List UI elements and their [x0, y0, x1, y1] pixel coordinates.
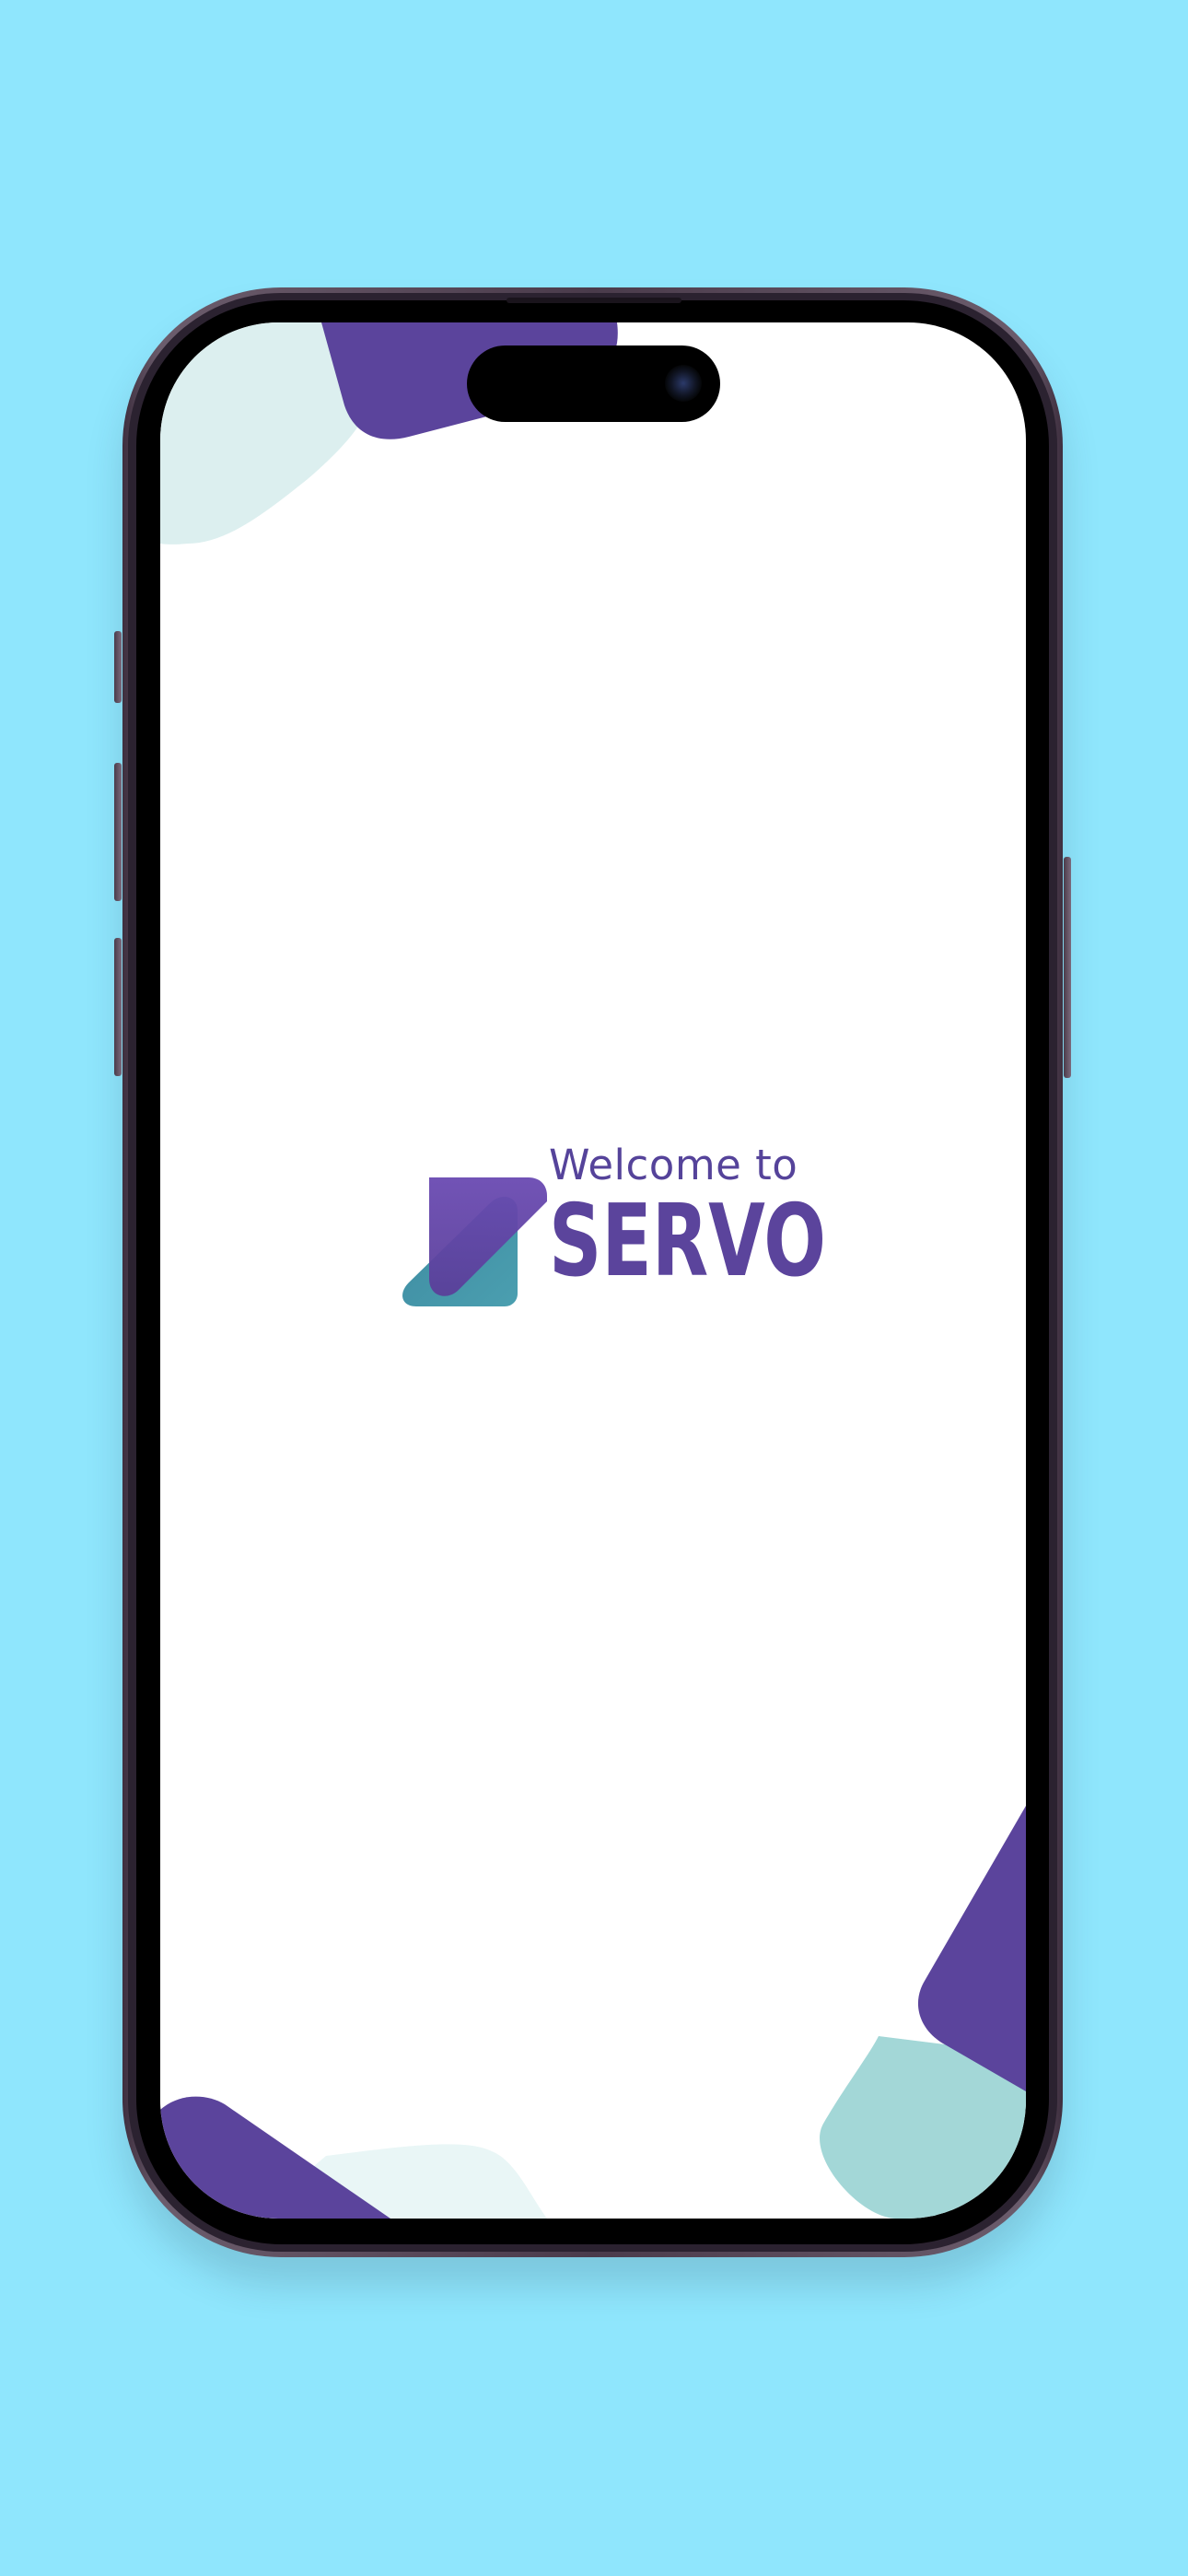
dynamic-island [467, 345, 720, 422]
welcome-text: Welcome to [549, 1141, 798, 1189]
front-camera-icon [665, 365, 702, 402]
servo-logo-icon [402, 1177, 547, 1306]
mockup-background: { "splash": { "welcome": "Welcome to", "… [0, 0, 1188, 2576]
brand-name: SERVO [549, 1184, 827, 1299]
splash-logo-group: Welcome to SERVO [402, 1141, 826, 1316]
splash-screen: Welcome to SERVO [160, 322, 1026, 2219]
earpiece-speaker [507, 298, 681, 303]
action-button [114, 631, 122, 703]
volume-down-button [114, 938, 122, 1076]
volume-up-button [114, 763, 122, 901]
power-button [1064, 857, 1071, 1078]
